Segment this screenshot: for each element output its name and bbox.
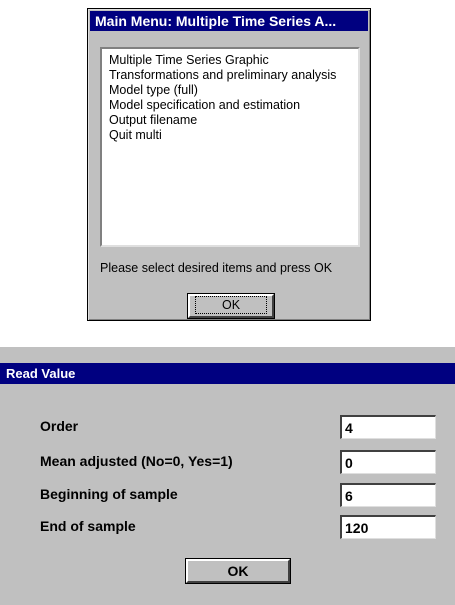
order-input[interactable] xyxy=(340,415,436,439)
list-item-output-filename[interactable]: Output filename xyxy=(109,113,358,128)
mean-adjusted-input[interactable] xyxy=(340,450,436,474)
list-item-model-type[interactable]: Model type (full) xyxy=(109,83,358,98)
menu-listbox[interactable]: Multiple Time Series Graphic Transformat… xyxy=(100,47,360,247)
mean-adjusted-label: Mean adjusted (No=0, Yes=1) xyxy=(40,453,233,469)
instruction-text: Please select desired items and press OK xyxy=(100,261,333,275)
main-ok-label: OK xyxy=(194,296,268,314)
read-value-titlebar[interactable]: Read Value xyxy=(0,363,455,384)
beginning-of-sample-label: Beginning of sample xyxy=(40,486,178,502)
list-item-graphic[interactable]: Multiple Time Series Graphic xyxy=(109,53,358,68)
list-item-quit[interactable]: Quit multi xyxy=(109,128,358,143)
main-menu-titlebar[interactable]: Main Menu: Multiple Time Series A... xyxy=(90,11,368,31)
beginning-of-sample-input[interactable] xyxy=(340,483,436,507)
main-menu-dialog: Main Menu: Multiple Time Series A... Mul… xyxy=(87,8,371,321)
list-item-transformations[interactable]: Transformations and preliminary analysis xyxy=(109,68,358,83)
end-of-sample-input[interactable] xyxy=(340,515,436,539)
main-ok-button[interactable]: OK xyxy=(188,294,274,318)
read-value-dialog: Read Value Order Mean adjusted (No=0, Ye… xyxy=(0,347,455,605)
end-of-sample-label: End of sample xyxy=(40,518,136,534)
list-item-model-specification[interactable]: Model specification and estimation xyxy=(109,98,358,113)
order-label: Order xyxy=(40,418,79,434)
read-ok-button[interactable]: OK xyxy=(186,559,290,583)
